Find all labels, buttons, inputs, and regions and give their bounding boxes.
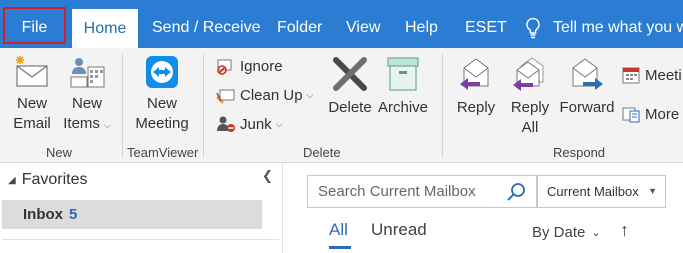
- group-divider: [122, 54, 123, 158]
- new-meeting-label-1: New: [146, 95, 177, 112]
- new-items-button[interactable]: New Items ⌵: [60, 54, 114, 135]
- collapse-triangle-icon[interactable]: ◢: [8, 175, 16, 186]
- active-filter-indicator: [329, 246, 351, 249]
- tell-me-box[interactable]: Tell me what you w: [525, 8, 683, 48]
- reply-all-label-1: Reply: [510, 99, 550, 116]
- collapse-pane-icon[interactable]: ❮: [262, 168, 273, 184]
- forward-label: Forward: [559, 99, 615, 116]
- chevron-down-icon: ⌄: [591, 227, 601, 239]
- sort-by-dropdown[interactable]: By Date ⌄: [532, 224, 601, 241]
- tab-send-receive[interactable]: Send / Receive: [152, 8, 261, 48]
- teamviewer-icon: [146, 56, 178, 88]
- new-email-label-1: New: [16, 95, 47, 112]
- search-scope-dropdown[interactable]: Current Mailbox ▼: [537, 175, 666, 208]
- meeting-button[interactable]: Meeti: [621, 63, 682, 87]
- chevron-down-icon: ⌵: [275, 118, 283, 129]
- sort-direction-arrow-icon[interactable]: ↑: [620, 220, 629, 241]
- favorites-header[interactable]: ◢ Favorites: [8, 171, 88, 189]
- group-label-new: New: [46, 145, 73, 160]
- new-items-label-2: Items: [63, 115, 100, 132]
- forward-button[interactable]: Forward: [558, 54, 616, 118]
- clean-up-icon: [216, 89, 235, 104]
- favorites-label: Favorites: [21, 171, 88, 188]
- reply-label: Reply: [456, 99, 496, 116]
- search-input[interactable]: Search Current Mailbox: [307, 175, 537, 208]
- sort-by-label: By Date: [532, 224, 586, 241]
- new-email-label-2: Email: [13, 115, 51, 132]
- ribbon-home: New Email New Items ⌵ New New Meeting Tea…: [0, 48, 683, 163]
- tab-view[interactable]: View: [346, 8, 380, 48]
- clean-up-button[interactable]: Clean Up ⌵: [216, 83, 313, 107]
- delete-button[interactable]: Delete: [326, 54, 374, 118]
- new-email-button[interactable]: New Email: [10, 54, 54, 134]
- new-items-icon: [70, 58, 105, 88]
- pane-separator[interactable]: [282, 164, 283, 253]
- search-icon[interactable]: [506, 182, 526, 202]
- tab-home[interactable]: Home: [72, 9, 138, 48]
- main-area: ◢ Favorites ❮ Inbox 5 Search Current Mail…: [0, 164, 683, 253]
- meeting-label: Meeti: [645, 66, 682, 84]
- new-items-label-row: Items ⌵: [60, 114, 114, 135]
- archive-icon: [387, 57, 419, 91]
- chevron-down-icon: ⌵: [306, 89, 314, 100]
- tab-help[interactable]: Help: [405, 8, 438, 48]
- more-icon: [622, 107, 640, 123]
- chevron-down-icon: ▼: [648, 186, 657, 196]
- group-label-teamviewer: TeamViewer: [127, 145, 199, 160]
- more-label: More: [645, 105, 680, 123]
- more-respond-button[interactable]: More: [621, 102, 679, 126]
- delete-icon: [333, 57, 367, 91]
- group-divider: [442, 54, 443, 158]
- group-label-respond: Respond: [553, 145, 606, 160]
- new-meeting-button[interactable]: New Meeting: [131, 54, 193, 134]
- clean-up-label: Clean Up: [240, 86, 303, 104]
- reply-icon: [460, 58, 489, 90]
- nav-divider: [2, 239, 279, 240]
- new-meeting-label-2: Meeting: [135, 115, 189, 132]
- search-scope-value: Current Mailbox: [547, 184, 639, 199]
- group-divider: [203, 54, 204, 158]
- inbox-unread-count: 5: [69, 206, 78, 223]
- ignore-icon: [217, 59, 232, 75]
- junk-label: Junk: [240, 115, 272, 133]
- new-items-label-1: New: [71, 95, 102, 112]
- tab-folder[interactable]: Folder: [277, 8, 322, 48]
- delete-label: Delete: [328, 99, 372, 116]
- folder-inbox[interactable]: Inbox 5: [2, 200, 262, 229]
- junk-icon: [217, 116, 235, 132]
- ignore-label: Ignore: [240, 57, 283, 75]
- tab-file[interactable]: File: [3, 7, 66, 44]
- inbox-label: Inbox: [23, 206, 63, 223]
- reply-all-icon: [513, 57, 544, 91]
- tab-eset[interactable]: ESET: [465, 8, 507, 48]
- new-email-icon: [16, 56, 48, 87]
- chevron-down-icon: ⌵: [103, 120, 111, 130]
- group-label-delete: Delete: [303, 145, 341, 160]
- filter-all-tab[interactable]: All: [329, 220, 348, 240]
- search-placeholder: Search Current Mailbox: [318, 183, 476, 200]
- tell-me-label: Tell me what you w: [553, 19, 683, 36]
- ribbon-tab-bar: File Home Send / Receive Folder View Hel…: [0, 0, 683, 48]
- reply-button[interactable]: Reply: [451, 54, 501, 118]
- reply-all-label-2: All: [521, 119, 539, 136]
- ignore-button[interactable]: Ignore: [216, 54, 283, 78]
- filter-unread-tab[interactable]: Unread: [371, 220, 427, 240]
- archive-button[interactable]: Archive: [376, 54, 430, 118]
- forward-icon: [572, 58, 603, 90]
- junk-button[interactable]: Junk ⌵: [216, 112, 283, 136]
- reply-all-button[interactable]: Reply All: [505, 54, 555, 138]
- meeting-icon: [622, 67, 640, 84]
- lightbulb-icon: [526, 17, 540, 39]
- archive-label: Archive: [377, 99, 429, 116]
